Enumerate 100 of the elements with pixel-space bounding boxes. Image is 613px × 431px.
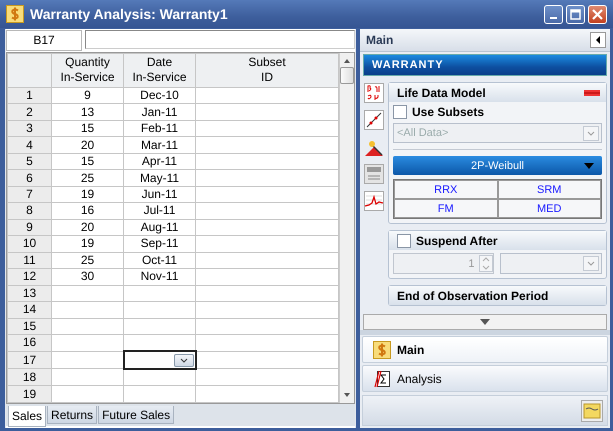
row-header[interactable]: 15 [8, 318, 52, 334]
nav-item[interactable]: Analysis [362, 365, 608, 392]
table-cell: Apr-11 [124, 153, 196, 170]
table-cell: May-11 [124, 170, 196, 186]
sheet-tab[interactable]: Future Sales [98, 406, 174, 424]
checkbox[interactable] [397, 234, 411, 248]
table-cell: Jun-11 [124, 186, 196, 203]
row-header[interactable]: 6 [8, 170, 52, 186]
collapse-button[interactable] [590, 32, 606, 48]
table-cell [52, 318, 124, 334]
distribution-dropdown[interactable]: 2P-Weibull [393, 156, 602, 175]
dollar-icon [6, 5, 24, 23]
table-cell [52, 285, 124, 302]
chevron-down-icon [587, 261, 595, 266]
table-cell: 15 [52, 153, 124, 170]
row-header[interactable]: 16 [8, 334, 52, 352]
table-cell: 9 [52, 87, 124, 104]
close-button[interactable] [588, 4, 607, 24]
row-header[interactable]: 8 [8, 202, 52, 220]
scroll-thumb[interactable] [340, 67, 354, 84]
table-cell: 20 [52, 219, 124, 236]
row-header[interactable]: 14 [8, 302, 52, 318]
row-header[interactable]: 3 [8, 120, 52, 137]
column-header[interactable]: Subset ID [196, 54, 338, 88]
vertical-scrollbar[interactable] [339, 53, 354, 403]
table-cell: Nov-11 [124, 268, 196, 286]
row-header[interactable]: 17 [8, 351, 52, 369]
collapse-icon[interactable] [584, 90, 600, 96]
active-cell-editor[interactable] [124, 351, 196, 369]
table-cell: 16 [52, 202, 124, 220]
maximize-icon [570, 8, 581, 20]
sheet-tab[interactable]: Returns [47, 406, 98, 424]
table-cell: Oct-11 [124, 252, 196, 269]
dropdown-button[interactable] [174, 354, 194, 367]
cell-reference-box[interactable]: B17 [6, 30, 82, 51]
table-cell: 19 [52, 236, 124, 252]
column-header[interactable]: Date In-Service [124, 54, 196, 88]
table-cell [52, 334, 124, 352]
table-cell [52, 386, 124, 402]
note-icon[interactable] [581, 400, 603, 422]
scroll-down-icon[interactable] [343, 391, 351, 399]
row-header[interactable]: 10 [8, 236, 52, 252]
sigma-document-icon [373, 370, 391, 388]
table-cell: 19 [52, 186, 124, 203]
table-cell: Dec-10 [124, 87, 196, 104]
table-cell: Jan-11 [124, 104, 196, 120]
row-header[interactable]: 5 [8, 153, 52, 170]
maximize-button[interactable] [566, 4, 585, 24]
row-header[interactable]: 11 [8, 252, 52, 269]
column-header[interactable]: Quantity In-Service [52, 54, 124, 88]
section-title: Life Data Model [397, 86, 486, 100]
row-header[interactable]: 2 [8, 104, 52, 120]
method-button[interactable]: RRX [394, 180, 498, 199]
checkbox-label: Use Subsets [412, 105, 484, 119]
caret-down-icon [584, 163, 594, 169]
checkbox[interactable] [393, 105, 407, 119]
method-button[interactable]: FM [394, 199, 498, 218]
row-header[interactable]: 12 [8, 268, 52, 286]
table-cell: Aug-11 [124, 219, 196, 236]
line-plot-icon[interactable] [364, 110, 384, 130]
sheet-tab[interactable]: Sales [8, 406, 46, 427]
minimize-button[interactable] [544, 4, 563, 24]
row-header[interactable]: 4 [8, 136, 52, 154]
table-cell: 20 [52, 136, 124, 154]
formula-field[interactable] [85, 30, 355, 49]
table-cell [52, 302, 124, 318]
chevron-down-icon [587, 130, 595, 136]
nav-item[interactable]: Main [362, 336, 608, 363]
table-cell: 15 [52, 120, 124, 137]
row-header[interactable]: 7 [8, 186, 52, 203]
close-icon [592, 8, 603, 20]
parameters-icon[interactable] [364, 83, 384, 103]
row-header[interactable]: 1 [8, 87, 52, 104]
row-header[interactable]: 13 [8, 285, 52, 302]
row-header[interactable]: 18 [8, 368, 52, 386]
table-cell: 30 [52, 268, 124, 286]
method-button[interactable]: SRM [498, 180, 601, 199]
chart-icon[interactable] [364, 191, 384, 211]
row-header[interactable]: 9 [8, 219, 52, 236]
table-cell: 13 [52, 104, 124, 120]
caret-down-icon [480, 319, 490, 325]
module-banner: WARRANTY [363, 54, 607, 76]
scroll-up-icon[interactable] [343, 57, 351, 65]
table-cell: 25 [52, 170, 124, 186]
method-button[interactable]: MED [498, 199, 601, 218]
caret-left-icon [596, 36, 600, 44]
table-cell: 25 [52, 252, 124, 269]
panel-title: Main [366, 33, 394, 47]
table-cell: Sep-11 [124, 236, 196, 252]
checkbox-label: Suspend After [416, 234, 498, 248]
table-cell: Mar-11 [124, 136, 196, 154]
window-title: Warranty Analysis: Warranty1 [30, 6, 229, 22]
table-cell: Jul-11 [124, 202, 196, 220]
minimize-icon [550, 16, 557, 18]
chevron-down-icon [180, 358, 188, 363]
row-header[interactable]: 19 [8, 386, 52, 402]
table-cell: Feb-11 [124, 120, 196, 137]
table-cell [52, 368, 124, 386]
dollar-icon [373, 340, 391, 358]
section-title: End of Observation Period [397, 288, 548, 302]
